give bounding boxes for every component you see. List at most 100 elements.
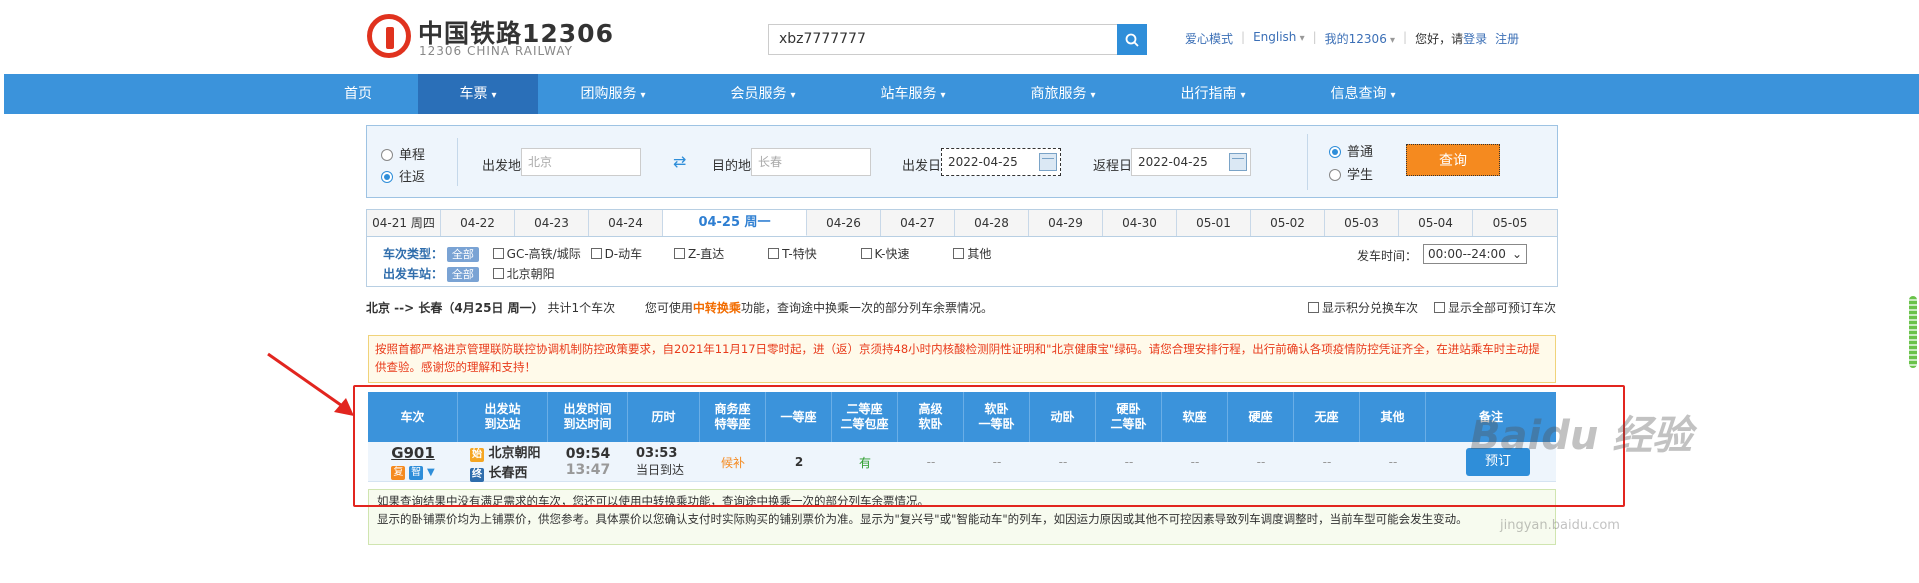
one-way-option[interactable]: 单程: [381, 144, 425, 163]
logo-icon[interactable]: [367, 14, 411, 58]
swap-icon[interactable]: ⇄: [673, 152, 686, 171]
type-gc[interactable]: GC-高铁/城际: [492, 247, 581, 261]
nav-item-guide[interactable]: 出行指南 ▾: [1138, 74, 1288, 114]
date-tab[interactable]: 04-27: [881, 210, 955, 236]
to-label: 目的地: [712, 159, 752, 174]
chevron-down-icon: ⌄: [1511, 247, 1522, 261]
chevron-down-icon: ▾: [940, 90, 946, 101]
nav-item-business[interactable]: 商旅服务 ▾: [988, 74, 1138, 114]
route-title: 北京 --> 长春（4月25日 周一）: [366, 301, 544, 315]
checkbox-icon[interactable]: [860, 248, 872, 259]
date-tab[interactable]: 04-24: [589, 210, 663, 236]
checkbox-icon[interactable]: [768, 248, 780, 259]
date-tab[interactable]: 05-04: [1399, 210, 1473, 236]
nav-item-member[interactable]: 会员服务 ▾: [688, 74, 838, 114]
round-trip-option[interactable]: 往返: [381, 166, 425, 185]
care-mode-link[interactable]: 爱心模式: [1185, 30, 1233, 47]
checkbox-icon[interactable]: [953, 248, 965, 259]
chevron-down-icon: ▾: [790, 90, 796, 101]
query-panel: 单程 往返 出发地 北京 ⇄ 目的地 长春 出发日 2022-04-25 返程日…: [366, 125, 1558, 198]
watermark-url: jingyan.baidu.com: [1500, 518, 1620, 533]
station-beijing-chaoyang[interactable]: 北京朝阳: [492, 267, 555, 281]
chevron-down-icon: ▾: [1390, 90, 1396, 101]
date-tab[interactable]: 04-21 周四: [367, 210, 441, 236]
english-link[interactable]: English: [1253, 30, 1305, 47]
type-z[interactable]: Z-直达: [673, 247, 724, 261]
to-station-input[interactable]: 长春: [751, 148, 871, 176]
transfer-link[interactable]: 中转换乘: [693, 301, 741, 315]
checkbox-icon[interactable]: [1308, 302, 1319, 313]
chevron-down-icon: ▾: [1240, 90, 1246, 101]
depart-time-label: 发车时间：: [1357, 249, 1418, 263]
type-other[interactable]: 其他: [953, 247, 991, 261]
all-bookable-option[interactable]: 显示全部可预订车次: [1434, 299, 1556, 316]
train-type-filter: 车次类型： 全部 GC-高铁/城际 D-动车 Z-直达 T-特快 K-快速 其他: [383, 247, 992, 262]
all-types-button[interactable]: 全部: [446, 247, 479, 262]
filter-panel: 车次类型： 全部 GC-高铁/城际 D-动车 Z-直达 T-特快 K-快速 其他…: [366, 237, 1558, 287]
checkbox-icon[interactable]: [492, 248, 504, 259]
register-link[interactable]: 注册: [1495, 30, 1519, 47]
date-tab[interactable]: 04-26: [807, 210, 881, 236]
checkbox-icon[interactable]: [673, 248, 685, 259]
chevron-down-icon: ▾: [1090, 90, 1096, 101]
radio-icon[interactable]: [381, 149, 393, 161]
my12306-link[interactable]: 我的12306: [1325, 30, 1395, 47]
all-stations-button[interactable]: 全部: [446, 267, 479, 282]
nav-item-station[interactable]: 站车服务 ▾: [838, 74, 988, 114]
type-k[interactable]: K-快速: [860, 247, 909, 261]
chevron-down-icon: ▾: [491, 90, 497, 101]
checkbox-icon[interactable]: [1434, 302, 1445, 313]
calendar-icon[interactable]: [1229, 153, 1247, 171]
date-tab[interactable]: 04-29: [1029, 210, 1103, 236]
points-train-option[interactable]: 显示积分兑换车次: [1308, 299, 1418, 316]
depart-time-select[interactable]: 00:00--24:00 ⌄: [1423, 244, 1527, 264]
date-tab[interactable]: 04-28: [955, 210, 1029, 236]
main-nav: 首页 车票 ▾ 团购服务 ▾ 会员服务 ▾ 站车服务 ▾ 商旅服务 ▾ 出行指南 ▾ 信息查…: [4, 74, 1919, 114]
date-tab[interactable]: 05-03: [1325, 210, 1399, 236]
date-tabs: 04-21 周四 04-22 04-23 04-24 04-25 周一 04-2…: [366, 209, 1558, 237]
date-tab-active[interactable]: 04-25 周一: [663, 210, 807, 236]
greeting-text: 您好，请: [1415, 32, 1464, 46]
result-summary: 北京 --> 长春（4月25日 周一） 共计1个车次 您可使用中转换乘功能，查询…: [366, 301, 993, 315]
depart-date-label: 出发日: [902, 159, 942, 174]
type-d[interactable]: D-动车: [590, 247, 642, 261]
calendar-icon[interactable]: [1039, 153, 1057, 171]
highlight-box: [353, 385, 1625, 507]
top-links: 爱心模式| English| 我的12306| 您好，请 登录 注册: [1185, 30, 1519, 47]
login-link[interactable]: 登录: [1463, 30, 1487, 47]
from-station-input[interactable]: 北京: [521, 148, 641, 176]
chevron-down-icon: ▾: [640, 90, 646, 101]
query-button[interactable]: 查询: [1406, 144, 1500, 176]
date-tab[interactable]: 05-05: [1473, 210, 1547, 236]
nav-item-tickets[interactable]: 车票 ▾: [418, 74, 538, 114]
result-count: 共计1个车次: [547, 301, 616, 315]
date-tab[interactable]: 04-22: [441, 210, 515, 236]
radio-checked-icon[interactable]: [1329, 146, 1341, 158]
nav-item-group[interactable]: 团购服务 ▾: [538, 74, 688, 114]
arrow-icon: [267, 352, 354, 416]
nav-item-home[interactable]: 首页: [298, 74, 418, 114]
date-tab[interactable]: 05-01: [1177, 210, 1251, 236]
date-tab[interactable]: 04-30: [1103, 210, 1177, 236]
watermark-logo: Baidu 经验: [1470, 413, 1693, 459]
logo-subtitle: 12306 CHINA RAILWAY: [419, 44, 573, 58]
return-date-label: 返程日: [1093, 159, 1133, 174]
checkbox-icon[interactable]: [492, 268, 504, 279]
search-icon: [1125, 33, 1139, 47]
radio-checked-icon[interactable]: [381, 171, 393, 183]
search-button[interactable]: [1117, 24, 1147, 55]
from-label: 出发地: [482, 159, 522, 174]
search-input[interactable]: xbz7777777: [768, 24, 1118, 55]
nav-item-info[interactable]: 信息查询 ▾: [1288, 74, 1438, 114]
scrollbar-handle[interactable]: [1909, 296, 1917, 368]
radio-icon[interactable]: [1329, 169, 1341, 181]
date-tab[interactable]: 04-23: [515, 210, 589, 236]
type-t[interactable]: T-特快: [768, 247, 817, 261]
checkbox-icon[interactable]: [590, 248, 602, 259]
passenger-normal-option[interactable]: 普通: [1329, 141, 1373, 160]
epidemic-notice: 按照首都严格进京管理联防联控协调机制防控政策要求，自2021年11月17日零时起…: [368, 335, 1556, 383]
passenger-student-option[interactable]: 学生: [1329, 164, 1373, 183]
depart-station-filter: 出发车站： 全部 北京朝阳: [383, 267, 555, 282]
footer-line-2: 显示的卧铺票价均为上铺票价，供您参考。具体票价以您确认支付时实际购买的铺别票价为…: [377, 512, 1468, 526]
date-tab[interactable]: 05-02: [1251, 210, 1325, 236]
